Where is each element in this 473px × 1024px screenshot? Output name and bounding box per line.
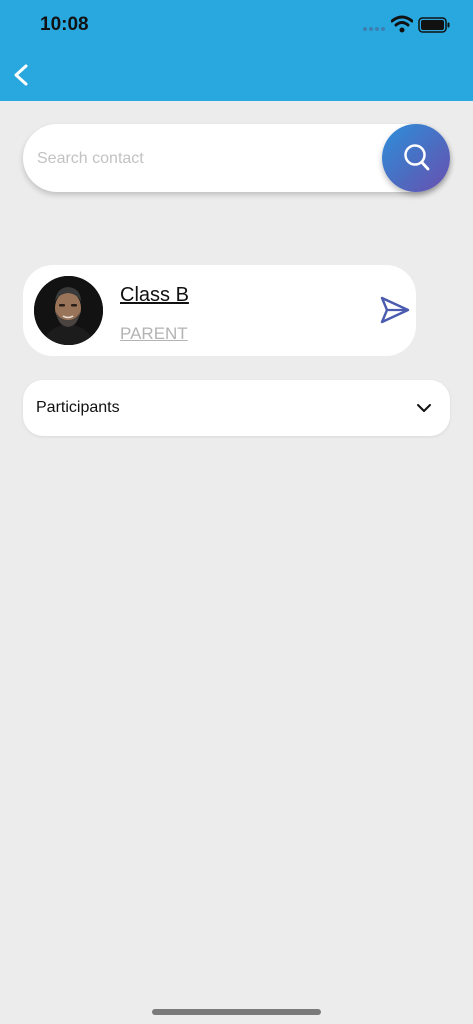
avatar-photo <box>34 276 103 345</box>
app-header: 10:08 <box>0 0 473 101</box>
contact-name[interactable]: Class B <box>120 284 189 307</box>
search-bar <box>23 124 450 192</box>
chevron-left-icon <box>14 64 28 86</box>
status-time: 10:08 <box>40 14 89 35</box>
contact-role: PARENT <box>120 324 188 343</box>
search-input[interactable] <box>35 138 379 180</box>
contact-card[interactable]: Class B PARENT <box>23 265 416 356</box>
cellular-signal-icon <box>363 27 385 31</box>
search-button[interactable] <box>382 124 450 192</box>
search-icon <box>404 144 430 171</box>
participants-label: Participants <box>36 399 120 416</box>
avatar <box>34 276 103 345</box>
chevron-down-icon <box>417 404 431 412</box>
participants-dropdown[interactable]: Participants <box>23 380 450 436</box>
wifi-icon <box>391 15 413 33</box>
back-button[interactable] <box>10 60 36 90</box>
send-icon <box>380 296 410 324</box>
send-button[interactable] <box>379 295 411 325</box>
battery-icon <box>418 17 450 33</box>
home-indicator <box>152 1009 321 1015</box>
